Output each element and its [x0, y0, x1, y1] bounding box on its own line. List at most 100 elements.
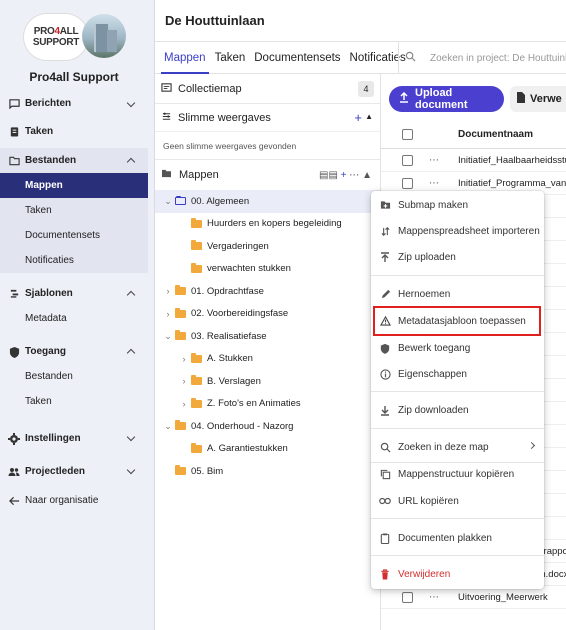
sidebar-item-projectleden[interactable]: Projectleden [0, 455, 148, 488]
folder-panel: Collectiemap 4 Slimme weergaves + ▲ Geen… [155, 74, 381, 630]
sidebar-item-sjablonen[interactable]: Sjablonen [0, 281, 148, 306]
smart-views-header[interactable]: Slimme weergaves + ▲ [155, 104, 380, 132]
message-icon [8, 98, 20, 110]
document-name[interactable]: Initiatief_Haalbaarheidsstudie [458, 155, 566, 166]
mappen-actions[interactable]: ▤▤ + ⋯ ▲ [319, 170, 372, 181]
row-checkbox[interactable] [402, 154, 413, 166]
upload-icon [379, 251, 391, 263]
folder-tree-item[interactable]: Vergaderingen [155, 235, 380, 258]
menu-item-zip-downloaden[interactable]: Zip downloaden [371, 397, 544, 423]
folder-tree-label: verwachten stukken [207, 263, 291, 275]
document-name[interactable]: Uitvoering_Meerwerk [458, 592, 548, 603]
menu-item-mappenstructuur-kopieren[interactable]: Mappenstructuur kopiëren [371, 461, 544, 487]
folder-tree-item[interactable]: verwachten stukken [155, 258, 380, 281]
chevron-right-icon[interactable]: › [163, 309, 173, 319]
folder-tree-item[interactable]: Huurders en kopers begeleiding [155, 213, 380, 236]
tab-taken[interactable]: Taken [212, 42, 249, 74]
sidebar-item-bestanden[interactable]: Bestanden [0, 148, 148, 173]
logo-card: PRO4ALL SUPPORT [24, 14, 88, 60]
sidebar-item-toegang-bestanden[interactable]: Bestanden [0, 364, 148, 389]
more-options-icon[interactable]: ⋯ [429, 178, 440, 189]
mappen-header[interactable]: Mappen ▤▤ + ⋯ ▲ [155, 160, 380, 190]
document-row[interactable]: ⋯ Initiatief_Haalbaarheidsstudie [381, 149, 566, 172]
collection-count-badge: 4 [358, 81, 374, 97]
folder-tree-item[interactable]: › B. Verslagen [155, 370, 380, 393]
folder-tree-item[interactable]: A. Garantiestukken [155, 438, 380, 461]
row-checkbox[interactable] [402, 177, 413, 189]
chevron-up-icon[interactable]: ▲ [365, 112, 373, 121]
search-placeholder: Zoeken in project: De Houttuinlaan [430, 52, 566, 64]
document-row[interactable]: ⋯ Uitvoering_Meerwerk [381, 586, 566, 609]
chevron-right-icon[interactable]: › [179, 399, 189, 409]
menu-item-mappenspreadsheet-importeren[interactable]: Mappenspreadsheet importeren [371, 218, 544, 244]
folder-tree-item[interactable]: › 01. Opdrachtfase [155, 280, 380, 303]
sidebar-item-notificaties[interactable]: Notificaties [0, 248, 148, 273]
menu-item-documenten-plakken[interactable]: Documenten plakken [371, 525, 544, 551]
more-options-icon[interactable]: ⋯ [429, 592, 440, 603]
folder-icon [191, 217, 202, 228]
menu-item-url-kopieren[interactable]: URL kopiëren [371, 488, 544, 514]
folder-tree-label: 03. Realisatiefase [191, 330, 267, 342]
chevron-down-icon [126, 432, 136, 442]
menu-item-verwijderen[interactable]: Verwijderen [371, 561, 544, 587]
chevron-down-icon[interactable]: ⌄ [163, 331, 173, 342]
tab-documentensets[interactable]: Documentensets [251, 42, 343, 74]
chevron-right-icon[interactable]: › [179, 376, 189, 386]
menu-item-submap-maken[interactable]: Submap maken [371, 192, 544, 218]
collection-folder[interactable]: Collectiemap 4 [155, 74, 380, 104]
search-input[interactable]: Zoeken in project: De Houttuinlaan [398, 42, 566, 74]
chevron-right-icon[interactable]: › [163, 286, 173, 296]
trash-icon [379, 568, 391, 580]
chevron-right-icon[interactable]: › [179, 354, 189, 364]
sidebar-item-metadata[interactable]: Metadata [0, 306, 148, 331]
sidebar-item-berichten[interactable]: Berichten [0, 92, 148, 115]
folder-tree-item[interactable]: › Z. Foto's en Animaties [155, 393, 380, 416]
clipboard-icon [8, 126, 20, 138]
bestanden-group: Bestanden Mappen Taken Documentensets No… [0, 148, 148, 273]
folder-tree-label: Huurders en kopers begeleiding [207, 218, 342, 230]
sidebar-item-toegang-taken[interactable]: Taken [0, 389, 148, 414]
more-options-icon[interactable]: ⋯ [429, 155, 440, 166]
folder-tree-label: A. Garantiestukken [207, 443, 288, 455]
sidebar-item-mappen[interactable]: Mappen [0, 173, 148, 198]
tab-mappen[interactable]: Mappen [161, 42, 209, 74]
upload-document-button[interactable]: Upload document [389, 86, 504, 112]
folder-icon [175, 465, 186, 476]
org-logo: PRO4ALL SUPPORT [24, 14, 126, 66]
folder-tree-label: B. Verslagen [207, 375, 261, 387]
menu-item-hernoemen[interactable]: Hernoemen [371, 281, 544, 307]
add-icon[interactable]: + [354, 110, 362, 125]
verwerk-button[interactable]: Verwe [510, 86, 566, 112]
folder-tree-item[interactable]: › A. Stukken [155, 348, 380, 371]
column-documentnaam[interactable]: Documentnaam [458, 129, 533, 140]
folder-tree-item[interactable]: ⌄ 03. Realisatiefase [155, 325, 380, 348]
menu-item-zip-uploaden[interactable]: Zip uploaden [371, 244, 544, 270]
chevron-down-icon[interactable]: ⌄ [163, 421, 173, 432]
sidebar-item-naar-organisatie[interactable]: Naar organisatie [0, 488, 148, 513]
sidebar-item-toegang[interactable]: Toegang [0, 339, 148, 364]
menu-item-bewerk-toegang[interactable]: Bewerk toegang [371, 335, 544, 361]
sidebar-item-instellingen[interactable]: Instellingen [0, 422, 148, 455]
row-checkbox[interactable] [402, 591, 413, 603]
folder-icon [191, 442, 202, 453]
file-icon [516, 92, 525, 106]
folder-tree-item[interactable]: ⌄ 00. Algemeen [155, 190, 380, 213]
info-icon [379, 368, 391, 380]
org-name: Pro4all Support [29, 70, 119, 84]
sidebar-item-taken[interactable]: Taken [0, 115, 148, 148]
folder-tree-item[interactable]: 05. Bim [155, 460, 380, 483]
sidebar-item-bestanden-taken[interactable]: Taken [0, 198, 148, 223]
menu-item-zoeken-in-deze-map[interactable]: Zoeken in deze map [371, 434, 544, 460]
menu-item-metadatasjabloon-toepassen[interactable]: Metadatasjabloon toepassen [373, 306, 541, 336]
folder-tree-item[interactable]: › 02. Voorbereidingsfase [155, 303, 380, 326]
menu-item-eigenschappen[interactable]: Eigenschappen [371, 361, 544, 387]
sidebar-item-documentensets[interactable]: Documentensets [0, 223, 148, 248]
chevron-down-icon [126, 98, 136, 108]
select-all-checkbox[interactable] [402, 129, 413, 140]
document-name[interactable]: Initiatief_Programma_van_eisen [458, 178, 566, 189]
pencil-icon [379, 288, 391, 300]
folder-tree-item[interactable]: ⌄ 04. Onderhoud - Nazorg [155, 415, 380, 438]
chevron-down-icon[interactable]: ⌄ [163, 196, 173, 207]
download-icon [379, 404, 391, 416]
gear-icon [8, 432, 20, 445]
